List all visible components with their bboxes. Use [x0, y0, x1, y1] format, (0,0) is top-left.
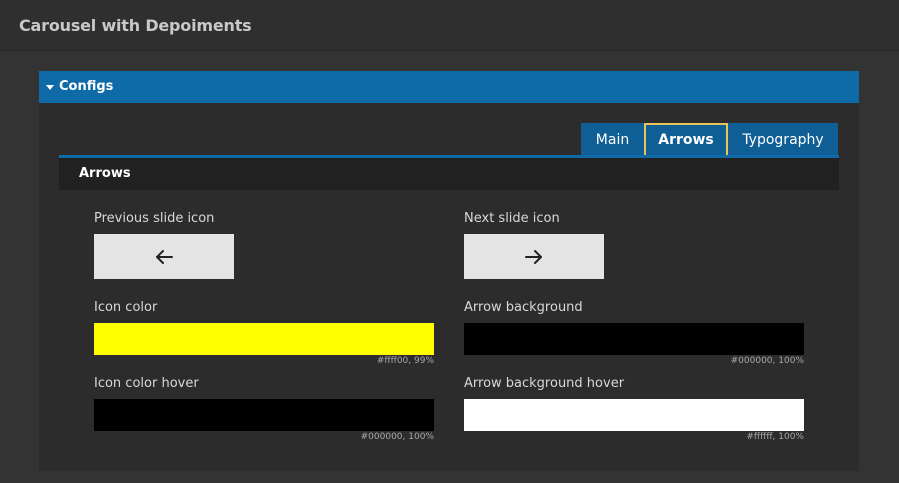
tab-arrows[interactable]: Arrows [644, 123, 728, 157]
caret-down-icon[interactable] [46, 85, 54, 90]
app-title: Carousel with Depoiments [19, 16, 252, 35]
arrow-background-hover-swatch[interactable] [464, 399, 804, 431]
icon-color-hover-swatch[interactable] [94, 399, 434, 431]
arrow-right-icon [525, 249, 542, 264]
arrow-background-value: #000000, 100% [730, 356, 804, 366]
icon-color-hover-value: #000000, 100% [360, 432, 434, 442]
configs-panel: Configs Main Arrows Typography Arrows Pr… [39, 71, 859, 471]
next-slide-icon-picker[interactable] [464, 234, 604, 279]
app-header: Carousel with Depoiments [0, 0, 899, 51]
tab-bar: Main Arrows Typography [581, 123, 838, 157]
arrow-background-swatch[interactable] [464, 323, 804, 355]
icon-color-swatch[interactable] [94, 323, 434, 355]
arrow-background-hover-value: #ffffff, 100% [746, 432, 804, 442]
icon-color-hover-label: Icon color hover [94, 376, 199, 391]
icon-color-label: Icon color [94, 300, 158, 315]
panel-title: Configs [59, 79, 114, 94]
previous-slide-icon-picker[interactable] [94, 234, 234, 279]
next-slide-icon-label: Next slide icon [464, 211, 560, 226]
configs-panel-header[interactable]: Configs [39, 71, 859, 103]
previous-slide-icon-label: Previous slide icon [94, 211, 215, 226]
section-title: Arrows [79, 166, 131, 181]
arrow-background-hover-label: Arrow background hover [464, 376, 625, 391]
tab-main[interactable]: Main [581, 123, 644, 157]
section-header: Arrows [59, 158, 839, 190]
arrow-left-icon [156, 249, 173, 264]
arrow-background-label: Arrow background [464, 300, 583, 315]
tab-typography[interactable]: Typography [728, 123, 838, 157]
icon-color-value: #ffff00, 99% [376, 356, 434, 366]
